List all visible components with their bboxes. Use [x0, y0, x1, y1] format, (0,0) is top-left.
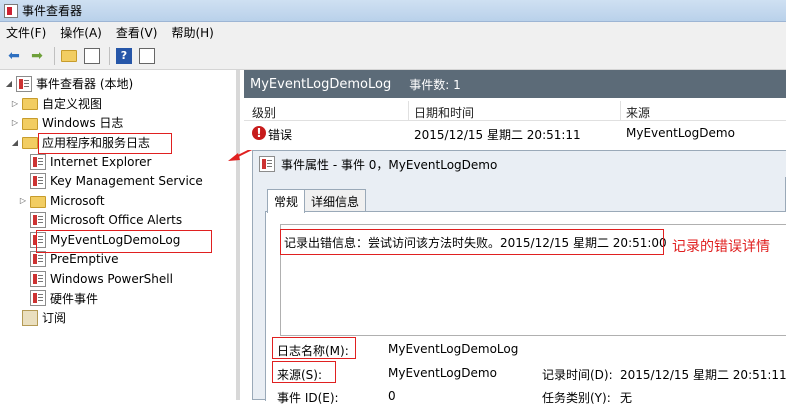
tab-general[interactable]: 常规: [267, 189, 306, 213]
help-icon[interactable]: ?: [114, 46, 134, 66]
highlight-box-source: [272, 361, 336, 383]
tree-item-label: PreEmptive: [50, 252, 119, 267]
event-id-value[interactable]: 0: [388, 389, 396, 403]
source-value[interactable]: MyEventLogDemo: [388, 366, 497, 380]
title-bar: 事件查看器: [0, 0, 786, 22]
expand-icon[interactable]: ▷: [18, 196, 28, 205]
tree-item-label: Windows 日志: [42, 116, 124, 131]
dialog-title-bar: 事件属性 - 事件 0，MyEventLogDemo: [253, 151, 786, 177]
tree-item-label: 订阅: [42, 311, 67, 326]
tree-root-label: 事件查看器 (本地): [36, 77, 134, 92]
tree-item-subscriptions[interactable]: 订阅: [0, 308, 236, 328]
table-row[interactable]: ! 错误 2015/12/15 星期二 20:51:11 MyEventLogD…: [244, 122, 786, 144]
annotation-label: 记录的错误详情: [672, 239, 770, 255]
collapse-icon[interactable]: ◢: [10, 138, 20, 147]
highlight-box-log-name: [272, 337, 356, 359]
tree-item-label: Internet Explorer: [50, 154, 152, 169]
event-viewer-icon: [16, 75, 32, 92]
toolbar-separator: [54, 46, 55, 65]
toolbar-separator: [109, 46, 110, 65]
log-panel-title: MyEventLogDemoLog: [250, 76, 392, 92]
dialog-title: 事件属性 - 事件 0，MyEventLogDemo: [281, 157, 498, 172]
menu-action[interactable]: 操作(A): [60, 24, 102, 41]
log-icon: [30, 173, 46, 190]
logged-label: 记录时间(D):: [542, 368, 613, 382]
tab-details[interactable]: 详细信息: [304, 189, 367, 211]
menu-view[interactable]: 查看(V): [116, 24, 158, 41]
logged-value[interactable]: 2015/12/15 星期二 20:51:11: [620, 366, 786, 383]
column-header-datetime[interactable]: 日期和时间: [414, 104, 474, 121]
tree-item-label: 硬件事件: [50, 291, 99, 306]
expand-icon[interactable]: ▷: [10, 99, 20, 108]
column-header-source[interactable]: 来源: [626, 104, 650, 121]
folder-up-icon[interactable]: [59, 46, 79, 66]
event-properties-icon: [259, 156, 275, 172]
folder-icon: [22, 117, 38, 130]
tree-item-label: Key Management Service: [50, 174, 203, 189]
column-divider: [408, 101, 409, 121]
tree-item-microsoft[interactable]: ▷ Microsoft: [0, 191, 236, 211]
tree-item-powershell[interactable]: Windows PowerShell: [0, 269, 236, 289]
menu-bar: 文件(F) 操作(A) 查看(V) 帮助(H): [0, 22, 786, 42]
log-panel-header: MyEventLogDemoLog 事件数: 1: [244, 70, 786, 98]
dialog-tabs: 常规 详细信息: [267, 189, 367, 213]
tree-item-custom-views[interactable]: ▷ 自定义视图: [0, 94, 236, 114]
tree-root[interactable]: ◢ 事件查看器 (本地): [0, 74, 236, 94]
subscriptions-icon: [22, 309, 38, 326]
event-list: 级别 日期和时间 来源 ! 错误 2015/12/15 星期二 20:51:11…: [244, 98, 786, 150]
window-title: 事件查看器: [22, 4, 83, 18]
log-icon: [30, 212, 46, 229]
menu-help[interactable]: 帮助(H): [171, 24, 213, 41]
log-icon: [30, 270, 46, 287]
event-datetime: 2015/12/15 星期二 20:51:11: [414, 128, 581, 142]
event-source: MyEventLogDemo: [626, 126, 735, 140]
tree-item-key-management[interactable]: Key Management Service: [0, 172, 236, 192]
tree-item-windows-logs[interactable]: ▷ Windows 日志: [0, 113, 236, 133]
event-level: 错误: [268, 128, 293, 142]
highlight-box-app-service-logs: [38, 133, 172, 154]
task-category-value[interactable]: 无: [620, 389, 632, 406]
log-icon: [30, 290, 46, 307]
column-header-level[interactable]: 级别: [252, 104, 276, 121]
event-list-header: 级别 日期和时间 来源: [244, 101, 786, 121]
error-icon: !: [252, 126, 266, 140]
folder-icon: [22, 137, 38, 150]
tree-item-hardware-events[interactable]: 硬件事件: [0, 289, 236, 309]
column-divider: [620, 101, 621, 121]
toolbar: ⬅ ➡ ?: [0, 42, 786, 70]
event-viewer-app-icon: [4, 3, 18, 18]
tree-item-label: Microsoft Office Alerts: [50, 213, 183, 228]
tree-item-label: Windows PowerShell: [50, 271, 173, 286]
collapse-icon[interactable]: ◢: [4, 79, 14, 88]
tree-item-internet-explorer[interactable]: Internet Explorer: [0, 152, 236, 172]
forward-arrow-icon[interactable]: ➡: [27, 46, 47, 66]
highlight-box-myeventlogdemolog: [36, 230, 212, 253]
console-tree-icon[interactable]: [82, 46, 102, 66]
task-category-label: 任务类别(Y):: [542, 391, 611, 405]
tree-item-label: 自定义视图: [42, 96, 103, 111]
event-count: 事件数: 1: [409, 77, 461, 92]
log-name-value[interactable]: MyEventLogDemoLog: [388, 342, 518, 356]
highlight-box-description: [280, 229, 664, 255]
log-icon: [30, 251, 46, 268]
menu-file[interactable]: 文件(F): [6, 24, 46, 41]
back-arrow-icon[interactable]: ⬅: [4, 46, 24, 66]
event-id-label: 事件 ID(E):: [277, 391, 339, 405]
tree-item-label: Microsoft: [50, 193, 105, 208]
tree-item-office-alerts[interactable]: Microsoft Office Alerts: [0, 211, 236, 231]
folder-icon: [30, 195, 46, 208]
action-pane-icon[interactable]: [137, 46, 157, 66]
log-icon: [30, 153, 46, 170]
expand-icon[interactable]: ▷: [10, 118, 20, 127]
folder-icon: [22, 98, 38, 111]
